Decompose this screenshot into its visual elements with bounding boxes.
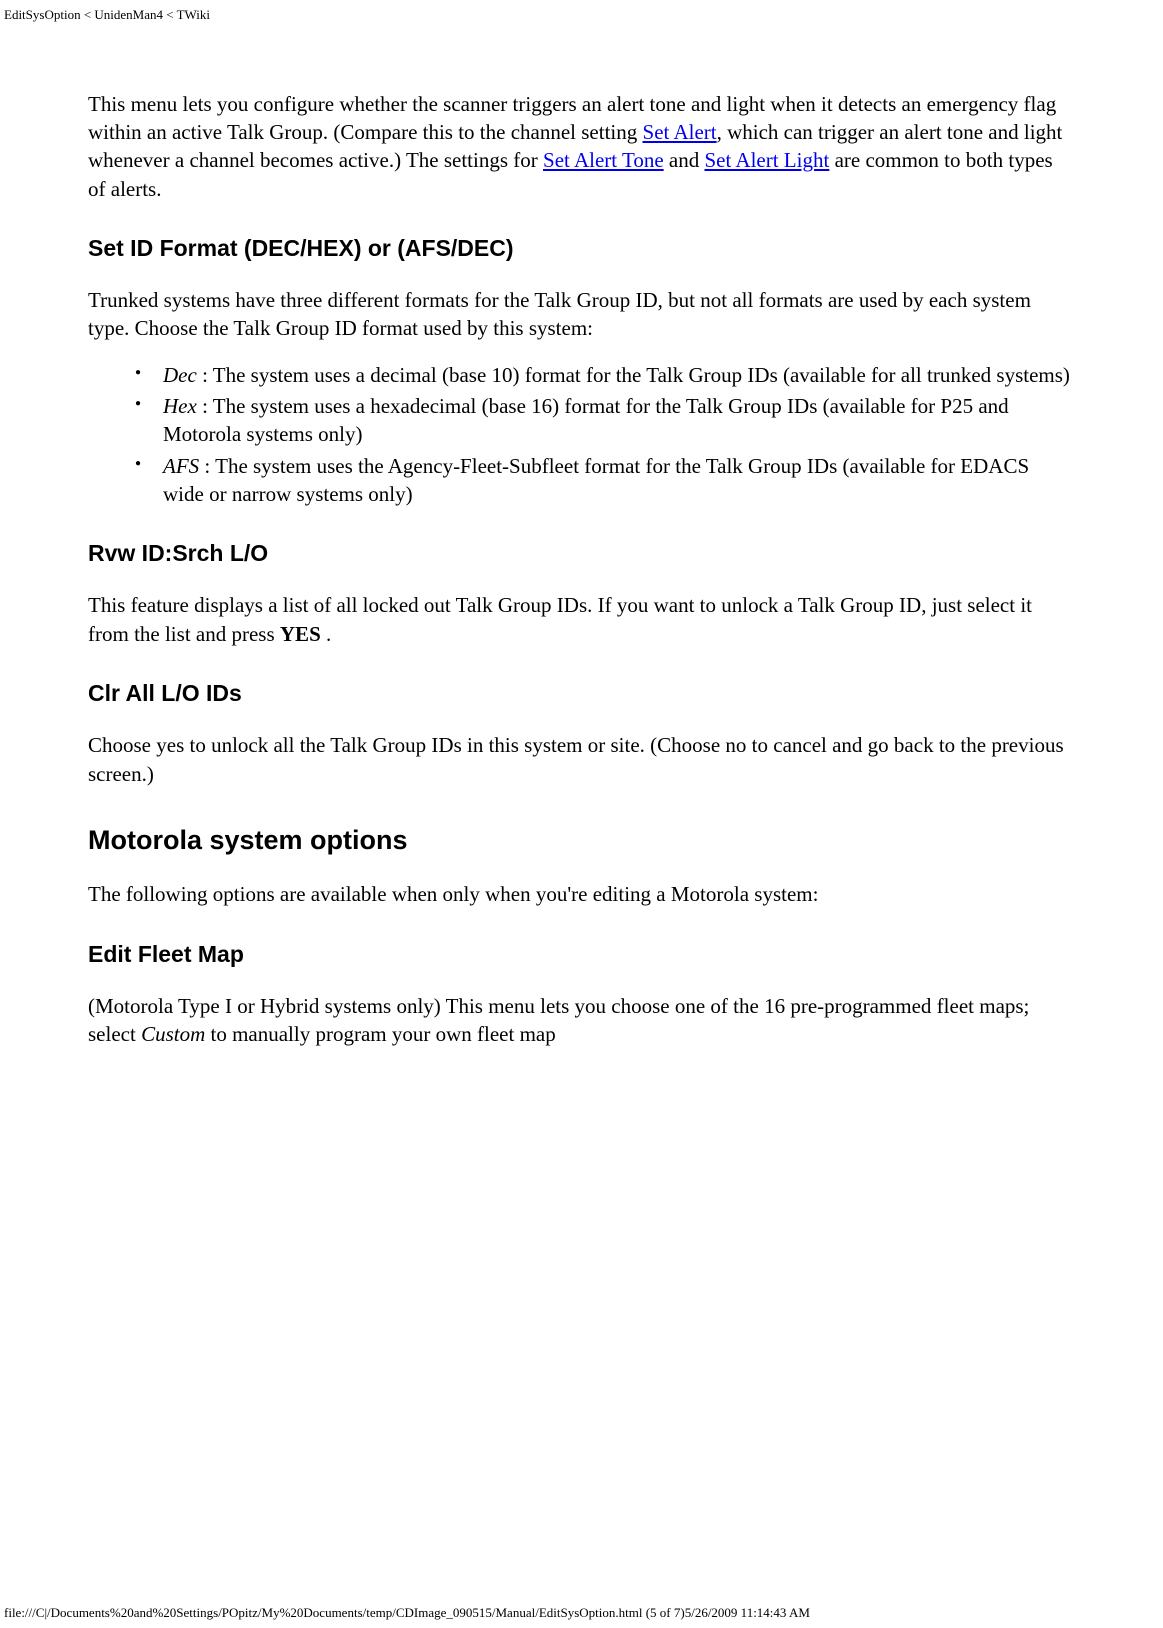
main-content: This menu lets you configure whether the…	[0, 30, 1163, 1087]
rvw-yes: YES	[280, 622, 321, 646]
list-item-afs: AFS : The system uses the Agency-Fleet-S…	[163, 452, 1075, 509]
heading-rvw-id: Rvw ID:Srch L/O	[88, 538, 1075, 569]
heading-motorola-options: Motorola system options	[88, 822, 1075, 858]
set-id-intro: Trunked systems have three different for…	[88, 286, 1075, 343]
fleet-paragraph: (Motorola Type I or Hybrid systems only)…	[88, 992, 1075, 1049]
hex-label: Hex	[163, 394, 197, 418]
fleet-text-2: to manually program your own fleet map	[205, 1022, 556, 1046]
footer-path: file:///C|/Documents%20and%20Settings/PO…	[4, 1604, 1159, 1622]
format-list: Dec : The system uses a decimal (base 10…	[88, 361, 1075, 509]
fleet-custom: Custom	[141, 1022, 205, 1046]
link-set-alert-light[interactable]: Set Alert Light	[704, 148, 829, 172]
list-item-hex: Hex : The system uses a hexadecimal (bas…	[163, 392, 1075, 449]
afs-label: AFS	[163, 454, 199, 478]
heading-edit-fleet-map: Edit Fleet Map	[88, 939, 1075, 970]
heading-clr-all: Clr All L/O IDs	[88, 678, 1075, 709]
link-set-alert-tone[interactable]: Set Alert Tone	[543, 148, 664, 172]
intro-paragraph: This menu lets you configure whether the…	[88, 90, 1075, 203]
page: EditSysOption < UnidenMan4 < TWiki This …	[0, 0, 1163, 1628]
list-item-dec: Dec : The system uses a decimal (base 10…	[163, 361, 1075, 389]
clr-paragraph: Choose yes to unlock all the Talk Group …	[88, 731, 1075, 788]
hex-text: : The system uses a hexadecimal (base 16…	[163, 394, 1009, 446]
moto-intro: The following options are available when…	[88, 880, 1075, 908]
rvw-text-1: This feature displays a list of all lock…	[88, 593, 1032, 645]
rvw-text-2: .	[321, 622, 332, 646]
rvw-paragraph: This feature displays a list of all lock…	[88, 591, 1075, 648]
intro-text-3: and	[664, 148, 705, 172]
link-set-alert[interactable]: Set Alert	[643, 120, 717, 144]
dec-label: Dec	[163, 363, 197, 387]
afs-text: : The system uses the Agency-Fleet-Subfl…	[163, 454, 1029, 506]
heading-set-id-format: Set ID Format (DEC/HEX) or (AFS/DEC)	[88, 233, 1075, 264]
dec-text: : The system uses a decimal (base 10) fo…	[197, 363, 1070, 387]
breadcrumb-path: EditSysOption < UnidenMan4 < TWiki	[0, 0, 1163, 30]
